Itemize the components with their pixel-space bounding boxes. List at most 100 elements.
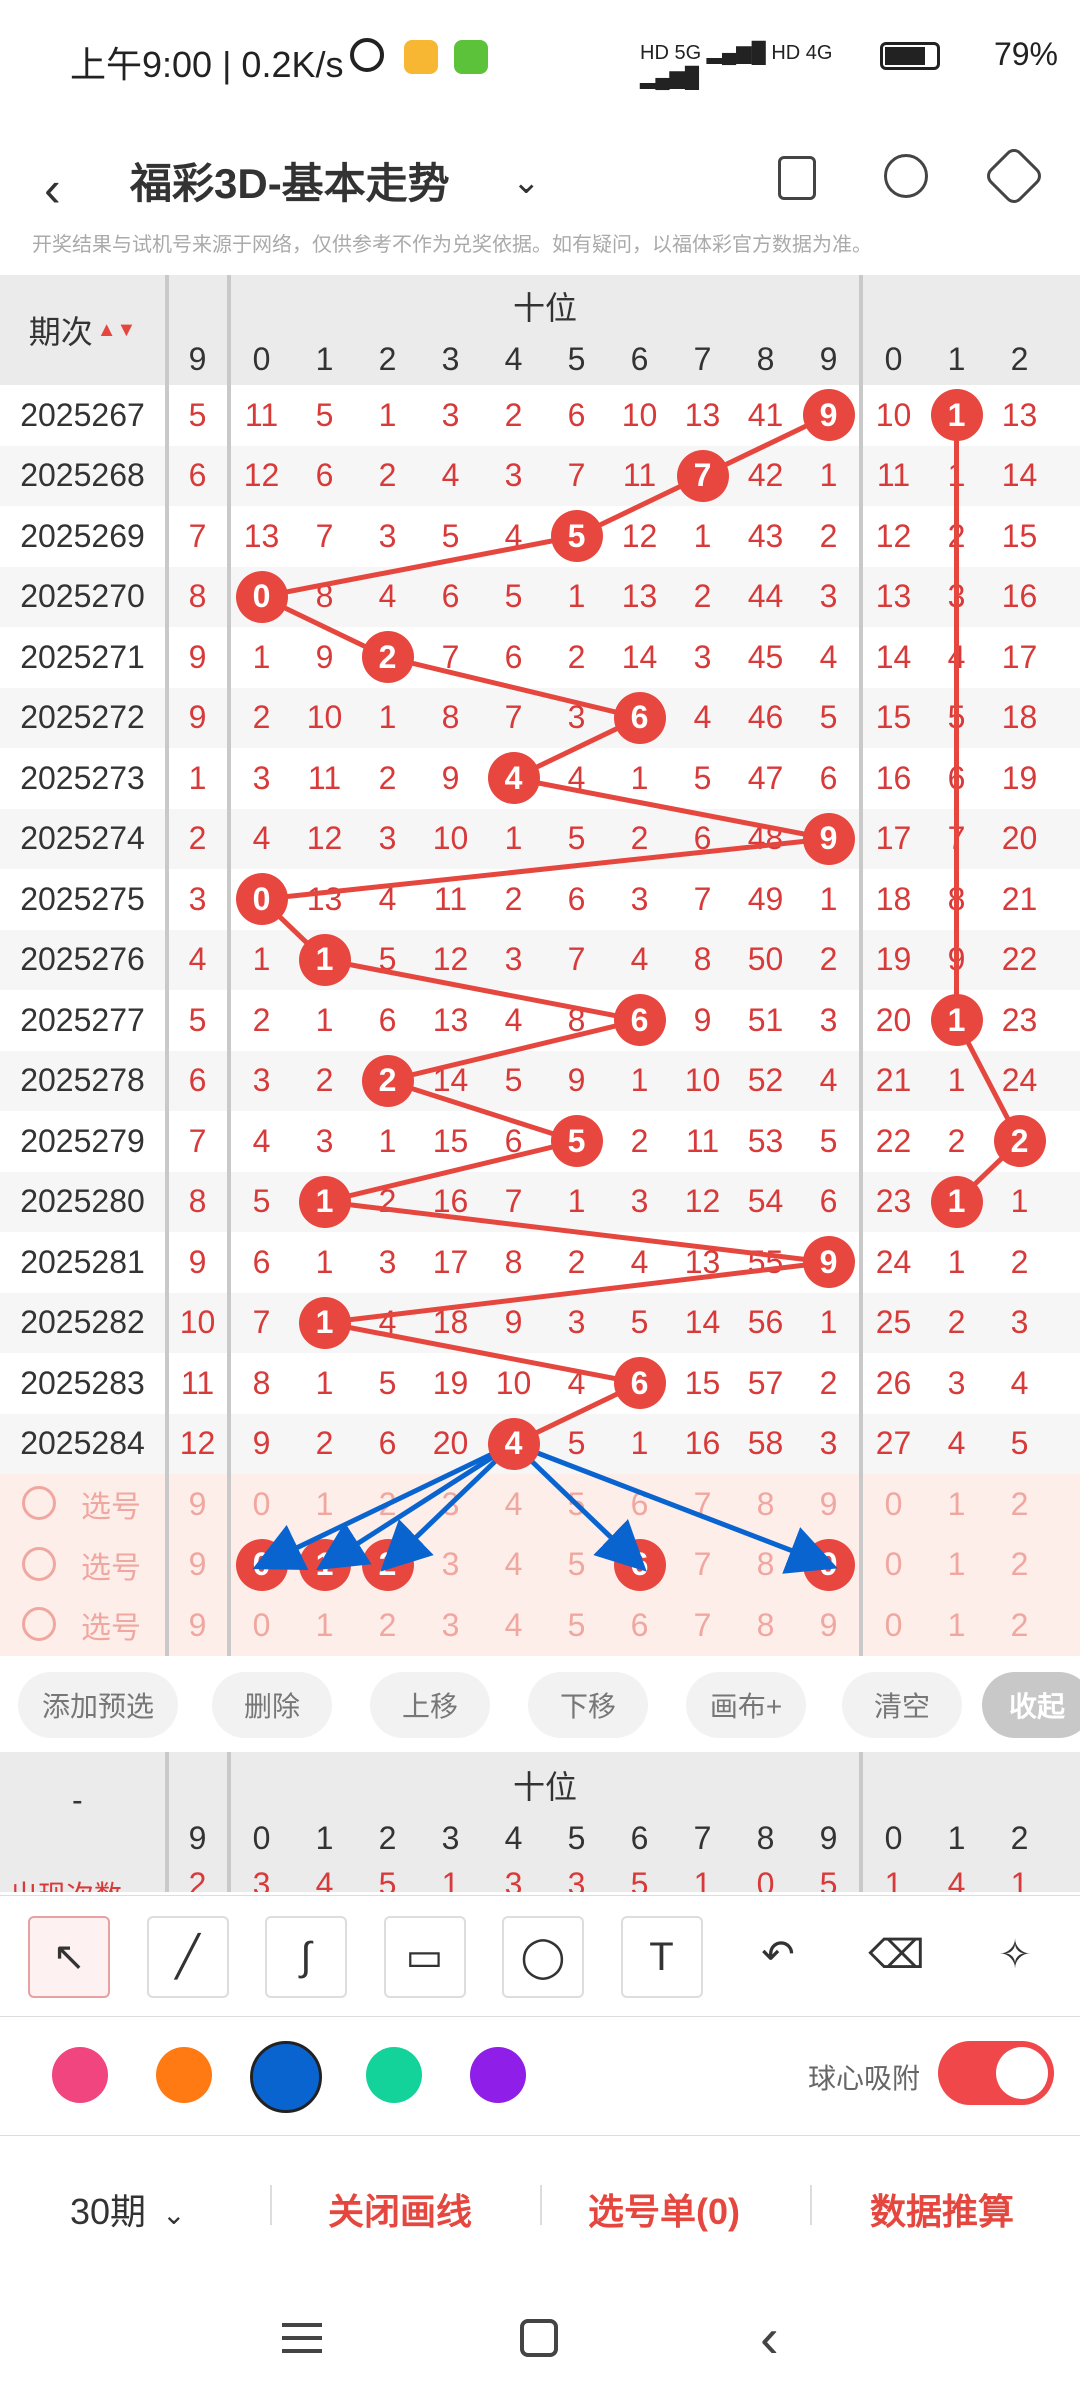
menu-icon[interactable] [282,2323,322,2353]
page-title[interactable]: 福彩3D-基本走势 [130,150,450,211]
select-digit[interactable]: 8 [734,1474,797,1535]
select-digit[interactable]: 9 [797,1595,860,1656]
select-digit[interactable]: 1 [293,1595,356,1656]
selected-ball[interactable]: 9 [802,1538,855,1591]
select-digit[interactable]: 0 [230,1474,293,1535]
trend-ball[interactable]: 5 [550,510,603,563]
select-next-digit[interactable]: 2 [988,1595,1051,1656]
close-drawing-button[interactable]: 关闭画线 [328,2183,472,2235]
action-button[interactable]: 下移 [528,1672,648,1738]
select-next-digit[interactable]: 1 [925,1595,988,1656]
action-button[interactable]: 上移 [370,1672,490,1738]
select-digit[interactable]: 4 [482,1595,545,1656]
selected-ball[interactable]: 2 [361,1538,414,1591]
select-digit[interactable]: 1 [293,1474,356,1535]
trend-ball[interactable]: 6 [613,691,666,744]
select-digit[interactable]: 7 [671,1535,734,1596]
select-digit[interactable]: 6 [608,1474,671,1535]
back-nav-icon[interactable]: ‹ [760,2305,779,2370]
select-digit[interactable]: 8 [734,1535,797,1596]
snap-toggle[interactable] [938,2041,1054,2105]
select-next-digit[interactable]: 2 [988,1474,1051,1535]
select-digit[interactable]: 2 [356,1474,419,1535]
select-next-digit[interactable]: 0 [862,1595,925,1656]
selection-list-button[interactable]: 选号单(0) [588,2183,740,2235]
select-next-digit[interactable]: 0 [862,1535,925,1596]
next-trend-ball[interactable]: 1 [930,389,983,442]
arrow-icon[interactable]: ↖ [28,1916,110,1998]
home-icon[interactable] [520,2319,558,2357]
trend-ball[interactable]: 9 [802,1236,855,1289]
period-select[interactable]: 30期 ⌄ [70,2183,186,2235]
back-button[interactable]: ‹ [44,160,94,220]
curve-icon[interactable]: ∫ [265,1916,347,1998]
trend-ball[interactable]: 6 [613,994,666,1047]
trend-ball[interactable]: 4 [487,1417,540,1470]
select-digit[interactable]: 7 [671,1595,734,1656]
trend-ball[interactable]: 2 [361,631,414,684]
select-radio[interactable] [22,1607,56,1641]
select-digit[interactable]: 7 [671,1474,734,1535]
action-button[interactable]: 清空 [842,1672,962,1738]
trend-ball[interactable]: 7 [676,449,729,502]
next-trend-ball[interactable]: 1 [930,994,983,1047]
select-digit[interactable]: 6 [608,1595,671,1656]
selected-ball[interactable]: 0 [235,1538,288,1591]
text-icon[interactable]: T [620,1916,703,1998]
select-digit[interactable]: 4 [482,1474,545,1535]
rect-icon[interactable]: ▭ [383,1916,466,1998]
trend-ball[interactable]: 0 [235,873,288,926]
share-icon[interactable] [884,154,928,198]
trend-ball[interactable]: 1 [298,1175,351,1228]
eraser-icon[interactable]: ⌫ [858,1916,936,1994]
selected-ball[interactable]: 1 [298,1538,351,1591]
period-header[interactable]: 期次 ▲▼ [0,275,165,385]
trend-ball[interactable]: 1 [298,933,351,986]
select-digit[interactable]: 5 [545,1474,608,1535]
select-next-digit[interactable]: 1 [925,1535,988,1596]
action-button[interactable]: 删除 [212,1672,332,1738]
select-digit[interactable]: 5 [545,1535,608,1596]
settings-icon[interactable] [982,144,1046,208]
trend-ball[interactable]: 9 [802,812,855,865]
circle-icon[interactable]: ◯ [502,1916,584,1998]
select-digit[interactable]: 0 [230,1595,293,1656]
line-icon[interactable]: ╱ [146,1916,229,1998]
action-button[interactable]: 画布+ [686,1672,806,1738]
next-trend-ball[interactable]: 2 [993,1115,1046,1168]
trend-ball[interactable]: 4 [487,752,540,805]
select-digit[interactable]: 3 [419,1535,482,1596]
select-digit[interactable]: 9 [797,1474,860,1535]
chevron-down-icon[interactable]: ⌄ [512,162,541,202]
trend-ball[interactable]: 0 [235,570,288,623]
select-next-digit[interactable]: 2 [988,1535,1051,1596]
select-next-digit[interactable]: 0 [862,1474,925,1535]
color-swatch[interactable] [470,2047,526,2103]
select-radio[interactable] [22,1486,56,1520]
trend-ball[interactable]: 9 [802,389,855,442]
select-digit[interactable]: 4 [482,1535,545,1596]
selected-ball[interactable]: 6 [613,1538,666,1591]
action-button[interactable]: 收起 [982,1672,1080,1738]
trend-ball[interactable]: 2 [361,1054,414,1107]
clear-brush-icon[interactable]: ✧ [976,1916,1054,1994]
select-radio[interactable] [22,1546,56,1581]
data-calc-button[interactable]: 数据推算 [870,2183,1014,2235]
action-button[interactable]: 添加预选 [18,1672,178,1738]
select-digit[interactable]: 3 [419,1474,482,1535]
select-digit[interactable]: 3 [419,1595,482,1656]
trend-ball[interactable]: 6 [613,1357,666,1410]
color-swatch[interactable] [156,2047,212,2103]
color-swatch[interactable] [250,2041,322,2113]
select-digit[interactable]: 8 [734,1595,797,1656]
color-swatch[interactable] [366,2047,422,2103]
trend-ball[interactable]: 1 [298,1296,351,1349]
select-next-digit[interactable]: 1 [925,1474,988,1535]
device-icon[interactable] [778,156,816,200]
select-digit[interactable]: 5 [545,1595,608,1656]
select-digit[interactable]: 2 [356,1595,419,1656]
trend-ball[interactable]: 5 [550,1115,603,1168]
next-trend-ball[interactable]: 1 [930,1175,983,1228]
color-swatch[interactable] [52,2047,108,2103]
undo-icon[interactable]: ↶ [739,1916,817,1994]
